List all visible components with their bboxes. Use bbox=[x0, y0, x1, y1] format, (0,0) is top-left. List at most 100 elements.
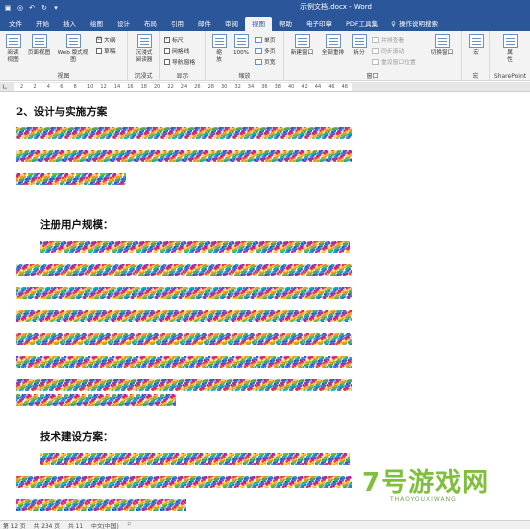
arrange-all-icon bbox=[325, 34, 341, 48]
arrange-all-button[interactable]: 全部重排 bbox=[318, 34, 348, 57]
reset-window-position-button[interactable]: 重设窗口位置 bbox=[372, 57, 416, 66]
obscured-text-line bbox=[40, 241, 350, 253]
ruler-number: 28 bbox=[207, 84, 214, 90]
ruler-number: 6 bbox=[60, 84, 64, 90]
redo-icon[interactable]: ↻ bbox=[40, 4, 48, 12]
new-window-button[interactable]: 新建窗口 bbox=[287, 34, 317, 57]
tab-insert[interactable]: 插入 bbox=[56, 17, 83, 31]
gridlines-checkbox bbox=[164, 47, 170, 54]
tab-home[interactable]: 开始 bbox=[29, 17, 56, 31]
group-zoom: 缩 放 100% 单页 多页 页宽 缩放 bbox=[206, 31, 284, 81]
language-indicator[interactable]: 中文(中国) bbox=[91, 521, 119, 529]
tab-design[interactable]: 设计 bbox=[110, 17, 137, 31]
switch-windows-icon bbox=[434, 34, 450, 48]
properties-button[interactable]: 属 性 bbox=[501, 34, 519, 63]
quick-access-toolbar: ▣ ◎ ↶ ↻ ▾ bbox=[0, 4, 60, 12]
tab-help[interactable]: 帮助 bbox=[272, 17, 299, 31]
obscured-text-line bbox=[40, 453, 350, 465]
zoom-100-button[interactable]: 100% bbox=[231, 34, 251, 57]
tab-pdf-tools[interactable]: PDF工具集 bbox=[339, 17, 385, 31]
group-macros-label: 宏 bbox=[472, 73, 479, 80]
tab-draw[interactable]: 绘图 bbox=[83, 17, 110, 31]
read-mode-button[interactable]: 阅读 视图 bbox=[3, 34, 23, 63]
accessibility-icon[interactable]: ⚐ bbox=[127, 522, 132, 528]
group-window: 新建窗口 全部重排 拆分 并排查看 同步滚动 重设窗口位置 切换窗口 窗口 bbox=[284, 31, 462, 81]
obscured-text-line bbox=[16, 150, 352, 162]
ruler-number: 16 bbox=[127, 84, 134, 90]
multiple-pages-button[interactable]: 多页 bbox=[255, 46, 276, 55]
obscured-text-line bbox=[16, 379, 352, 391]
ruler-number: 2 bbox=[20, 84, 24, 90]
tab-file[interactable]: 文件 bbox=[2, 17, 29, 31]
zoom-button[interactable]: 缩 放 bbox=[210, 34, 228, 63]
multiple-pages-icon bbox=[255, 47, 262, 54]
ruler-number: 12 bbox=[100, 84, 107, 90]
title-bar: ▣ ◎ ↶ ↻ ▾ 示例文档.docx - Word bbox=[0, 0, 530, 15]
watermark-subtext: THAOYOUXIWANG bbox=[390, 496, 457, 503]
undo-icon[interactable]: ↶ bbox=[28, 4, 36, 12]
lightbulb-icon: ♀ bbox=[391, 20, 396, 28]
page-count[interactable]: 共 234 页 bbox=[34, 521, 60, 529]
ruler-number: 40 bbox=[288, 84, 295, 90]
web-layout-icon bbox=[65, 34, 81, 48]
ruler-number: 38 bbox=[274, 84, 281, 90]
navigation-pane-toggle[interactable]: 导航窗格 bbox=[164, 57, 195, 66]
tab-mailings[interactable]: 邮件 bbox=[191, 17, 218, 31]
outline-checkbox: ☑ bbox=[96, 36, 102, 43]
ruler-number: 48 bbox=[341, 84, 348, 90]
print-layout-button[interactable]: 页面视图 bbox=[25, 34, 53, 57]
sync-scroll-icon bbox=[372, 47, 379, 54]
ruler-number: 20 bbox=[154, 84, 161, 90]
ruler-text-area: 2 2 4 6 8 10 12 14 16 18 20 22 24 26 28 30 32 34 36 38 40 42 4… bbox=[14, 83, 352, 91]
tab-layout[interactable]: 布局 bbox=[137, 17, 164, 31]
immersive-reader-icon bbox=[136, 34, 152, 48]
save-icon[interactable]: ▣ bbox=[4, 4, 12, 12]
switch-windows-button[interactable]: 切换窗口 bbox=[426, 34, 458, 57]
page-indicator[interactable]: 第 12 页 bbox=[3, 521, 26, 529]
tab-e-seal[interactable]: 电子印章 bbox=[299, 17, 339, 31]
obscured-text-line bbox=[16, 394, 176, 406]
obscured-text-line bbox=[16, 476, 352, 488]
heading-design-plan: 2、设计与实施方案 bbox=[16, 106, 108, 118]
group-macros: 宏 宏 bbox=[462, 31, 490, 81]
group-immersive: 沉浸式 阅读器 沉浸式 bbox=[128, 31, 160, 81]
ruler-number: 30 bbox=[221, 84, 228, 90]
ruler-number: 22 bbox=[167, 84, 174, 90]
ruler-number: 14 bbox=[113, 84, 121, 90]
gridlines-toggle[interactable]: 网格线 bbox=[164, 46, 189, 55]
web-layout-button[interactable]: Web 版式视图 bbox=[55, 34, 91, 63]
touch-mode-icon[interactable]: ◎ bbox=[16, 4, 24, 12]
ruler-number: 36 bbox=[261, 84, 268, 90]
side-by-side-icon bbox=[372, 36, 379, 43]
horizontal-ruler[interactable]: ∟ 2 2 4 6 8 10 12 14 16 18 20 22 24 26 28 30 32 34 36 38 40 4… bbox=[0, 82, 530, 92]
ruler-checkbox: ✓ bbox=[164, 36, 170, 43]
ribbon-view: 阅读 视图 页面视图 Web 版式视图 ☑ 大纲 草稿 视图 沉浸式 阅读器 沉… bbox=[0, 31, 530, 81]
document-canvas[interactable]: 2、设计与实施方案 注册用户规模： 技术建设方案： bbox=[0, 93, 530, 520]
heading-tech-plan: 技术建设方案： bbox=[40, 431, 114, 443]
ruler-toggle[interactable]: ✓ 标尺 bbox=[164, 35, 184, 44]
ruler-number: 24 bbox=[180, 84, 188, 90]
customize-qat-icon[interactable]: ▾ bbox=[52, 4, 60, 12]
page-width-button[interactable]: 页宽 bbox=[255, 57, 276, 66]
draft-button[interactable]: 草稿 bbox=[96, 46, 116, 55]
obscured-text-line bbox=[16, 356, 352, 368]
tab-stop-selector-icon[interactable]: ∟ bbox=[2, 83, 8, 91]
macros-button[interactable]: 宏 bbox=[467, 34, 485, 57]
tab-review[interactable]: 审阅 bbox=[218, 17, 245, 31]
synchronous-scrolling-button[interactable]: 同步滚动 bbox=[372, 46, 404, 55]
ruler-number: 42 bbox=[301, 84, 308, 90]
outline-button[interactable]: ☑ 大纲 bbox=[96, 35, 116, 44]
obscured-text-line bbox=[16, 264, 352, 276]
obscured-text-line bbox=[16, 333, 352, 345]
magnifier-icon bbox=[211, 34, 227, 48]
one-page-button[interactable]: 单页 bbox=[255, 35, 276, 44]
group-show-label: 显示 bbox=[176, 73, 189, 80]
tell-me-search[interactable]: ♀ 操作说明搜索 bbox=[385, 17, 438, 31]
word-count[interactable]: 共 11 bbox=[68, 521, 83, 529]
view-side-by-side-button[interactable]: 并排查看 bbox=[372, 35, 404, 44]
immersive-reader-button[interactable]: 沉浸式 阅读器 bbox=[132, 34, 156, 63]
group-zoom-label: 缩放 bbox=[238, 73, 251, 80]
split-button[interactable]: 拆分 bbox=[349, 34, 369, 57]
tab-view[interactable]: 视图 bbox=[245, 17, 272, 31]
tab-references[interactable]: 引用 bbox=[164, 17, 191, 31]
